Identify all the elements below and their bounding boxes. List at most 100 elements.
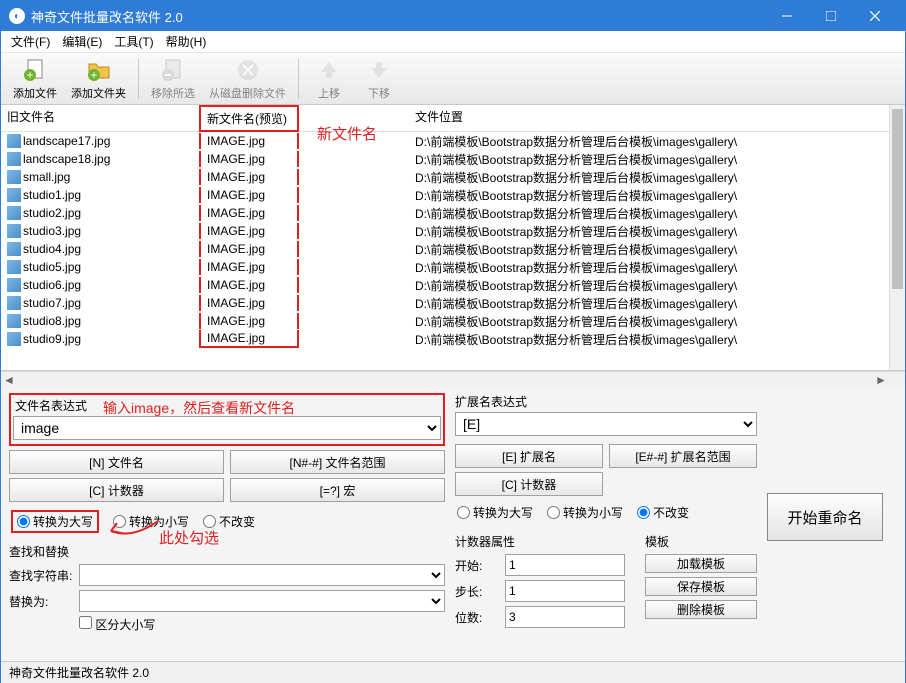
move-up-button[interactable]: 上移 <box>305 54 353 103</box>
ext-radio-uppercase[interactable]: 转换为大写 <box>457 504 533 521</box>
find-label: 查找字符串: <box>9 567 73 584</box>
file-rows[interactable]: landscape17.jpgIMAGE.jpgD:\前端模板\Bootstra… <box>1 132 889 348</box>
scroll-left-icon[interactable]: ◄ <box>1 372 17 387</box>
table-row[interactable]: studio3.jpgIMAGE.jpgD:\前端模板\Bootstrap数据分… <box>1 222 889 240</box>
menu-file[interactable]: 文件(F) <box>5 31 56 52</box>
delete-icon <box>234 56 262 84</box>
annotation-input-hint: 输入image，然后查看新文件名 <box>103 398 295 418</box>
save-template-button[interactable]: 保存模板 <box>645 577 757 596</box>
filename-expr-input[interactable]: image <box>13 416 441 440</box>
file-icon <box>7 134 21 148</box>
remove-selected-button[interactable]: 移除所选 <box>145 54 201 103</box>
btn-macro[interactable]: [=?] 宏 <box>230 478 445 502</box>
remove-icon <box>159 56 187 84</box>
radio-nochange[interactable]: 不改变 <box>203 513 255 530</box>
start-rename-button[interactable]: 开始重命名 <box>767 493 883 541</box>
add-file-icon: + <box>21 56 49 84</box>
file-icon <box>7 242 21 256</box>
add-folder-button[interactable]: + 添加文件夹 <box>65 54 132 103</box>
table-row[interactable]: studio4.jpgIMAGE.jpgD:\前端模板\Bootstrap数据分… <box>1 240 889 258</box>
minimize-button[interactable] <box>765 1 809 31</box>
table-row[interactable]: landscape17.jpgIMAGE.jpgD:\前端模板\Bootstra… <box>1 132 889 150</box>
table-row[interactable]: studio7.jpgIMAGE.jpgD:\前端模板\Bootstrap数据分… <box>1 294 889 312</box>
title-bar: ◐ 神奇文件批量改名软件 2.0 <box>1 1 905 31</box>
delete-from-disk-button[interactable]: 从磁盘删除文件 <box>203 54 292 103</box>
scrollbar-thumb[interactable] <box>892 109 903 289</box>
table-row[interactable]: studio9.jpgIMAGE.jpgD:\前端模板\Bootstrap数据分… <box>1 330 889 348</box>
btn-e-ext[interactable]: [E] 扩展名 <box>455 444 603 468</box>
menu-edit[interactable]: 编辑(E) <box>56 31 108 52</box>
file-icon <box>7 170 21 184</box>
file-icon <box>7 206 21 220</box>
ext-radio-nochange[interactable]: 不改变 <box>637 504 689 521</box>
horizontal-scrollbar[interactable]: ◄ ► <box>1 371 905 387</box>
filename-case-options: 转换为大写 转换为小写 不改变 <box>9 506 445 537</box>
arrow-up-icon <box>315 56 343 84</box>
svg-text:+: + <box>90 68 97 82</box>
vertical-scrollbar[interactable] <box>889 105 905 370</box>
file-icon <box>7 224 21 238</box>
file-icon <box>7 152 21 166</box>
file-icon <box>7 188 21 202</box>
ext-radio-lowercase[interactable]: 转换为小写 <box>547 504 623 521</box>
btn-ext-counter[interactable]: [C] 计数器 <box>455 472 603 496</box>
table-row[interactable]: studio6.jpgIMAGE.jpgD:\前端模板\Bootstrap数据分… <box>1 276 889 294</box>
status-bar: 神奇文件批量改名软件 2.0 <box>1 661 905 683</box>
btn-n-range[interactable]: [N#-#] 文件名范围 <box>230 450 445 474</box>
toolbar: + 添加文件 + 添加文件夹 移除所选 从磁盘删除文件 上移 下移 <box>1 53 905 105</box>
arrow-down-icon <box>365 56 393 84</box>
template-label: 模板 <box>645 533 757 550</box>
status-text: 神奇文件批量改名软件 2.0 <box>9 664 149 681</box>
svg-text:+: + <box>26 68 33 82</box>
add-file-button[interactable]: + 添加文件 <box>7 54 63 103</box>
delete-template-button[interactable]: 删除模板 <box>645 600 757 619</box>
counter-digits-input[interactable] <box>505 606 625 628</box>
menu-bar: 文件(F) 编辑(E) 工具(T) 帮助(H) <box>1 31 905 53</box>
scroll-right-icon[interactable]: ► <box>873 372 889 387</box>
radio-uppercase[interactable]: 转换为大写 <box>17 513 93 530</box>
ext-expr-label: 扩展名表达式 <box>455 393 757 410</box>
counter-step-input[interactable] <box>505 580 625 602</box>
toolbar-separator <box>298 59 299 99</box>
controls-panel: 文件名表达式 输入image，然后查看新文件名 image [N] 文件名 [N… <box>1 387 905 661</box>
counter-start-input[interactable] <box>505 554 625 576</box>
file-icon <box>7 278 21 292</box>
column-location[interactable]: 文件位置 <box>409 105 889 132</box>
btn-n-filename[interactable]: [N] 文件名 <box>9 450 224 474</box>
app-icon: ◐ <box>9 8 25 24</box>
replace-with-input[interactable] <box>79 590 445 612</box>
ext-expr-input[interactable]: [E] <box>455 412 757 436</box>
case-sensitive-checkbox[interactable]: 区分大小写 <box>79 616 445 633</box>
load-template-button[interactable]: 加载模板 <box>645 554 757 573</box>
file-icon <box>7 260 21 274</box>
replace-label: 替换为: <box>9 593 73 610</box>
btn-c-counter[interactable]: [C] 计数器 <box>9 478 224 502</box>
menu-tools[interactable]: 工具(T) <box>108 31 159 52</box>
table-row[interactable]: studio2.jpgIMAGE.jpgD:\前端模板\Bootstrap数据分… <box>1 204 889 222</box>
file-list-area: 旧文件名 新文件名(预览) 文件位置 landscape17.jpgIMAGE.… <box>1 105 905 371</box>
table-row[interactable]: studio8.jpgIMAGE.jpgD:\前端模板\Bootstrap数据分… <box>1 312 889 330</box>
toolbar-separator <box>138 59 139 99</box>
find-string-input[interactable] <box>79 564 445 586</box>
table-row[interactable]: studio1.jpgIMAGE.jpgD:\前端模板\Bootstrap数据分… <box>1 186 889 204</box>
move-down-button[interactable]: 下移 <box>355 54 403 103</box>
table-row[interactable]: landscape18.jpgIMAGE.jpgD:\前端模板\Bootstra… <box>1 150 889 168</box>
menu-help[interactable]: 帮助(H) <box>160 31 213 52</box>
close-button[interactable] <box>853 1 897 31</box>
maximize-button[interactable] <box>809 1 853 31</box>
table-row[interactable]: small.jpgIMAGE.jpgD:\前端模板\Bootstrap数据分析管… <box>1 168 889 186</box>
table-row[interactable]: studio5.jpgIMAGE.jpgD:\前端模板\Bootstrap数据分… <box>1 258 889 276</box>
column-new-name[interactable]: 新文件名(预览) <box>199 105 299 132</box>
add-folder-icon: + <box>85 56 113 84</box>
window-title: 神奇文件批量改名软件 2.0 <box>31 7 765 26</box>
file-icon <box>7 332 21 346</box>
file-icon <box>7 296 21 310</box>
radio-lowercase[interactable]: 转换为小写 <box>113 513 189 530</box>
filename-expression-group: 文件名表达式 输入image，然后查看新文件名 image <box>9 393 445 446</box>
column-old-name[interactable]: 旧文件名 <box>1 105 199 132</box>
search-replace-label: 查找和替换 <box>9 543 445 560</box>
ext-case-options: 转换为大写 转换为小写 不改变 <box>455 500 757 525</box>
counter-label: 计数器属性 <box>455 533 625 550</box>
btn-e-range[interactable]: [E#-#] 扩展名范围 <box>609 444 757 468</box>
file-icon <box>7 314 21 328</box>
